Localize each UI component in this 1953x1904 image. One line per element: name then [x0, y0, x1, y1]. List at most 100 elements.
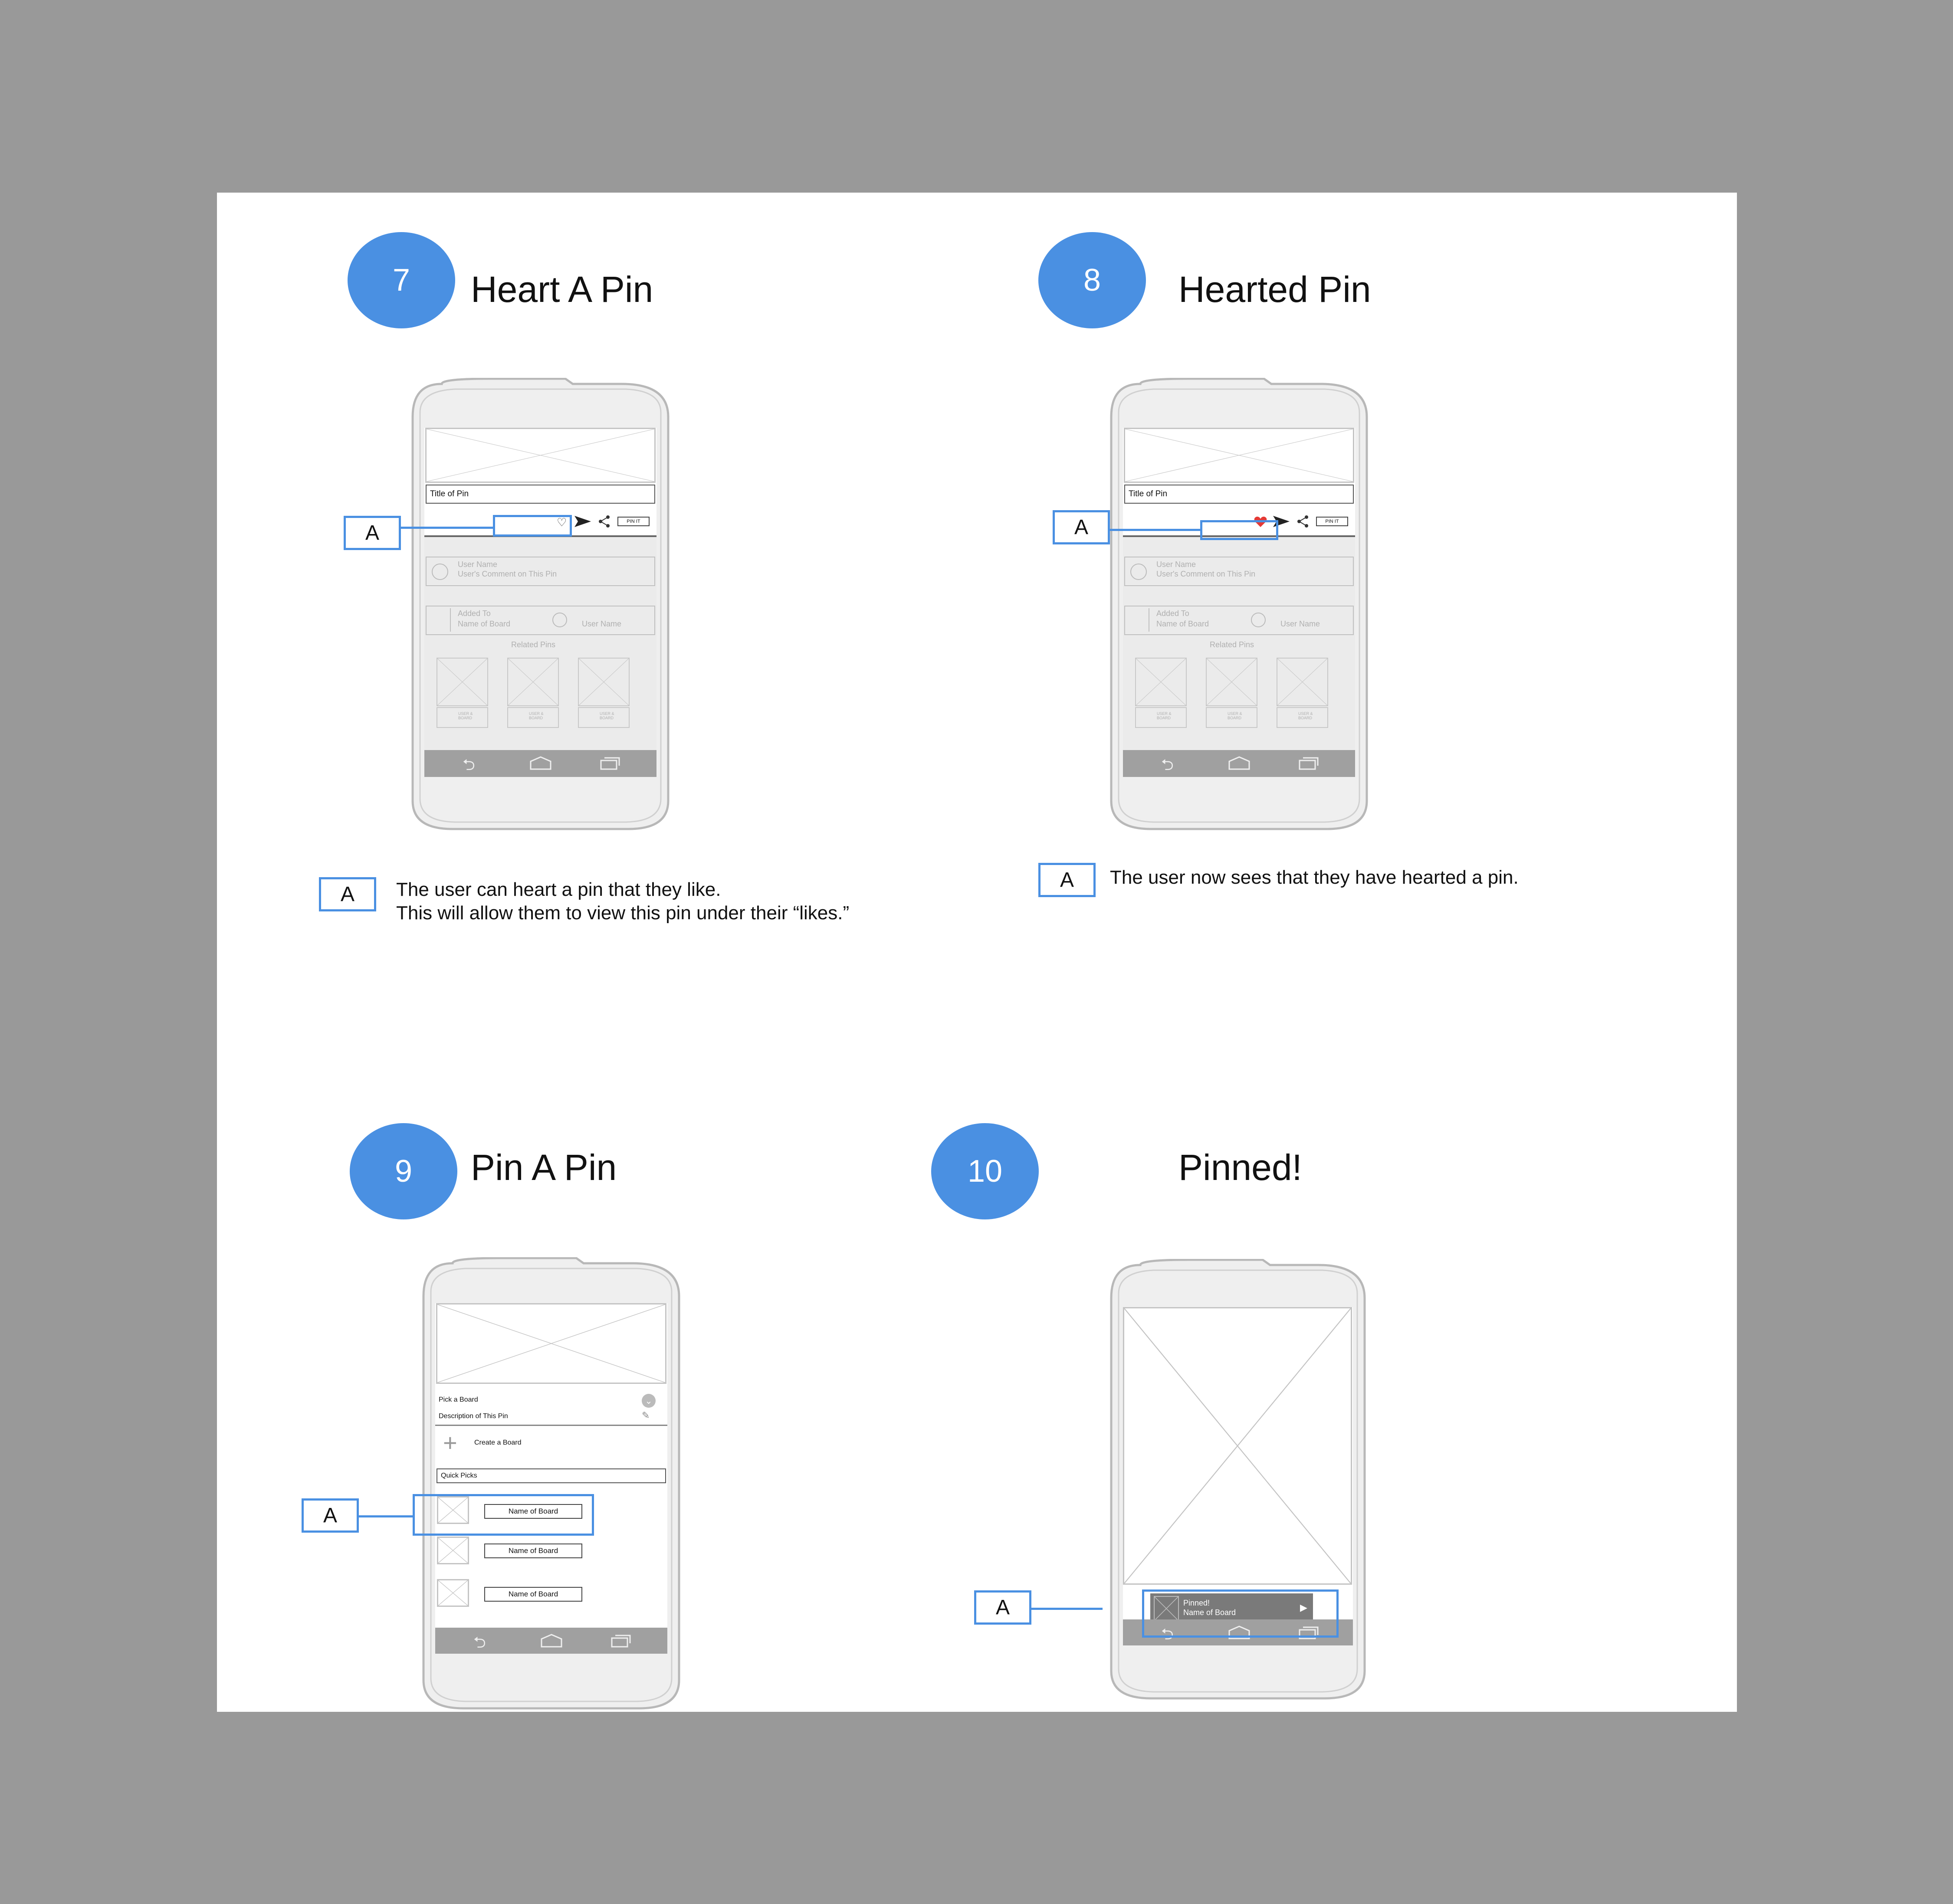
user-board-label: USER & BOARD	[1157, 711, 1172, 720]
callout-leader	[359, 1515, 413, 1517]
added-to-row: Added To Name of Board User Name	[426, 606, 655, 635]
board-thumb	[428, 608, 451, 632]
callout-marker: A	[1053, 510, 1110, 544]
board-name-button[interactable]: Name of Board	[484, 1587, 582, 1602]
pin-it-button[interactable]: PIN IT	[617, 517, 650, 526]
callout-marker: A	[344, 516, 401, 550]
pick-board-screen: Pick a Board ⌄ Description of This Pin ✎…	[435, 1303, 667, 1654]
related-pins-label: Related Pins	[1210, 640, 1254, 649]
related-pin-thumb[interactable]	[1206, 658, 1257, 706]
board-thumb	[437, 1579, 469, 1607]
pin-title-field: Title of Pin	[1124, 485, 1354, 504]
user-board-label: USER & BOARD	[1298, 711, 1313, 720]
board-name-label: Name of Board	[1156, 619, 1209, 628]
related-pins-label: Related Pins	[511, 640, 556, 649]
callout-leader	[1031, 1608, 1103, 1610]
related-pin-thumb[interactable]	[1277, 658, 1328, 706]
user-comment-label: User's Comment on This Pin	[458, 570, 557, 578]
step-7-title: Heart A Pin	[471, 269, 653, 310]
pencil-icon[interactable]: ✎	[642, 1410, 650, 1421]
back-icon[interactable]: ⮌	[1161, 754, 1174, 777]
step-7-description: The user can heart a pin that they like.…	[396, 878, 849, 925]
board-row-highlight	[413, 1494, 594, 1536]
user-name-label: User Name	[582, 619, 622, 628]
legend-marker: A	[1038, 863, 1096, 897]
user-avatar-icon	[1251, 613, 1266, 627]
description-line: The user now sees that they have hearted…	[1110, 867, 1519, 888]
back-icon[interactable]: ⮌	[473, 1631, 486, 1654]
phone-step-9: Pick a Board ⌄ Description of This Pin ✎…	[422, 1257, 680, 1710]
home-icon[interactable]	[1228, 756, 1250, 770]
back-icon[interactable]: ⮌	[463, 754, 475, 777]
user-board-label: USER & BOARD	[529, 711, 544, 720]
android-nav-bar: ⮌	[435, 1628, 667, 1654]
step-10-badge: 10	[931, 1123, 1039, 1219]
pin-image-placeholder	[425, 428, 656, 483]
user-name-label: User Name	[458, 560, 498, 569]
description-line: The user can heart a pin that they like.	[396, 879, 721, 900]
home-icon[interactable]	[541, 1634, 562, 1648]
send-icon[interactable]	[574, 516, 591, 527]
related-pin-meta: USER & BOARD	[578, 707, 630, 728]
board-thumb	[1127, 608, 1149, 632]
related-pin-meta: USER & BOARD	[1277, 707, 1328, 728]
callout-leader	[401, 527, 493, 529]
step-number: 8	[1083, 263, 1101, 298]
step-9-badge: 9	[350, 1123, 457, 1219]
pick-board-label[interactable]: Pick a Board	[439, 1396, 478, 1404]
pin-title-field: Title of Pin	[426, 485, 655, 504]
related-pin-thumb[interactable]	[1135, 658, 1187, 706]
heart-highlight	[1200, 520, 1278, 540]
create-board-label[interactable]: Create a Board	[474, 1439, 522, 1447]
share-icon[interactable]	[599, 515, 610, 528]
board-name-button[interactable]: Name of Board	[484, 1544, 582, 1558]
callout-marker: A	[302, 1498, 359, 1533]
divider	[435, 1425, 667, 1426]
step-10-title: Pinned!	[1178, 1147, 1302, 1188]
related-pin-meta: USER & BOARD	[437, 707, 488, 728]
comment-row: User Name User's Comment on This Pin	[1124, 557, 1354, 586]
related-pin-thumb[interactable]	[437, 658, 488, 706]
step-number: 7	[392, 263, 410, 298]
user-avatar-icon	[1130, 564, 1147, 580]
pin-image-placeholder	[436, 1303, 666, 1384]
comment-row: User Name User's Comment on This Pin	[426, 557, 655, 586]
description-label[interactable]: Description of This Pin	[439, 1412, 508, 1420]
home-icon[interactable]	[530, 756, 551, 770]
legend-marker: A	[319, 877, 376, 911]
step-8-title: Hearted Pin	[1178, 269, 1371, 310]
callout-leader	[1110, 529, 1200, 531]
board-dropdown-icon[interactable]: ⌄	[642, 1394, 656, 1408]
pin-image-placeholder	[1123, 1307, 1352, 1585]
recents-icon[interactable]	[1299, 756, 1319, 770]
recents-icon[interactable]	[600, 756, 620, 770]
quick-picks-header: Quick Picks	[437, 1468, 666, 1483]
share-icon[interactable]	[1297, 515, 1309, 528]
pin-it-button[interactable]: PIN IT	[1316, 517, 1348, 526]
wireframe-sheet: 7 Heart A Pin Title of Pin ♡ PIN IT User…	[217, 193, 1737, 1712]
android-nav-bar: ⮌	[1123, 750, 1355, 777]
plus-icon[interactable]: +	[443, 1430, 457, 1456]
board-name-label: Name of Board	[458, 619, 511, 628]
related-pin-thumb[interactable]	[507, 658, 559, 706]
android-nav-bar: ⮌	[424, 750, 656, 777]
user-board-label: USER & BOARD	[1228, 711, 1242, 720]
board-thumb	[437, 1537, 469, 1564]
faded-content: User Name User's Comment on This Pin Add…	[1123, 537, 1355, 777]
user-name-label: User Name	[1280, 619, 1320, 628]
pin-detail-screen: Title of Pin ♡ PIN IT User Name User's C…	[424, 428, 656, 777]
user-name-label: User Name	[1156, 560, 1196, 569]
related-pin-meta: USER & BOARD	[507, 707, 559, 728]
recents-icon[interactable]	[611, 1634, 631, 1648]
faded-content: User Name User's Comment on This Pin Add…	[424, 537, 656, 777]
heart-highlight	[493, 515, 572, 537]
step-9-title: Pin A Pin	[471, 1147, 617, 1188]
user-board-label: USER & BOARD	[458, 711, 473, 720]
user-avatar-icon	[432, 564, 448, 580]
user-avatar-icon	[552, 613, 567, 627]
phone-step-7: Title of Pin ♡ PIN IT User Name User's C…	[411, 378, 670, 830]
pin-detail-screen: Title of Pin PIN IT User Name User's Com…	[1123, 428, 1355, 777]
step-number: 9	[394, 1154, 413, 1189]
related-pin-thumb[interactable]	[578, 658, 630, 706]
step-7-badge: 7	[348, 232, 455, 328]
